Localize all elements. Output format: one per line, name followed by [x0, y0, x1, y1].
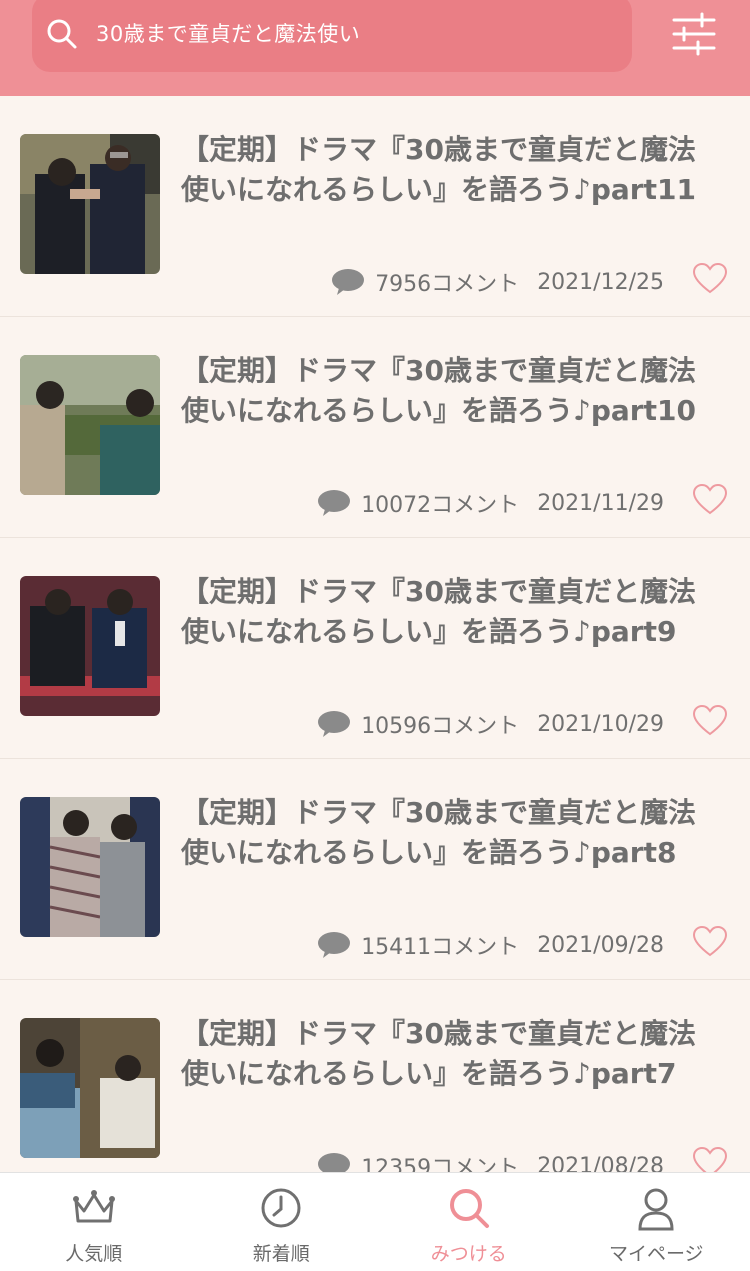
search-field[interactable]: 30歳まで童貞だと魔法使い — [32, 0, 632, 72]
thread-date: 2021/09/28 — [537, 933, 664, 958]
thread-title: 【定期】ドラマ『30歳まで童貞だと魔法使いになれるらしい』を語ろう♪part8 — [181, 793, 721, 873]
comment-icon — [317, 931, 351, 959]
search-icon — [46, 18, 78, 50]
thread-item[interactable]: 【定期】ドラマ『30歳まで童貞だと魔法使いになれるらしい』を語ろう♪part9 … — [0, 538, 750, 759]
thread-meta: 7956コメント 2021/12/25 — [331, 266, 664, 298]
bottom-tab-bar: 人気順 新着順 みつける マイページ — [0, 1172, 750, 1271]
crown-icon — [72, 1187, 116, 1227]
thread-thumbnail — [20, 576, 160, 716]
tab-label: 新着順 — [188, 1239, 376, 1266]
thread-item[interactable]: 【定期】ドラマ『30歳まで童貞だと魔法使いになれるらしい』を語ろう♪part11… — [0, 96, 750, 317]
tab-label: みつける — [375, 1239, 563, 1266]
heart-icon[interactable] — [692, 704, 728, 736]
header: 30歳まで童貞だと魔法使い — [0, 0, 750, 96]
filter-sliders-icon[interactable] — [670, 12, 718, 56]
thread-thumbnail — [20, 797, 160, 937]
comment-count: 10072コメント — [361, 487, 519, 519]
thread-item[interactable]: 【定期】ドラマ『30歳まで童貞だと魔法使いになれるらしい』を語ろう♪part7 … — [0, 980, 750, 1201]
heart-icon[interactable] — [692, 925, 728, 957]
comment-icon — [317, 489, 351, 517]
thread-meta: 10596コメント 2021/10/29 — [317, 708, 664, 740]
thread-meta: 10072コメント 2021/11/29 — [317, 487, 664, 519]
thread-thumbnail — [20, 355, 160, 495]
tab-label: マイページ — [563, 1239, 750, 1266]
thread-title: 【定期】ドラマ『30歳まで童貞だと魔法使いになれるらしい』を語ろう♪part11 — [181, 130, 721, 210]
thread-item[interactable]: 【定期】ドラマ『30歳まで童貞だと魔法使いになれるらしい』を語ろう♪part8 … — [0, 759, 750, 980]
thread-title: 【定期】ドラマ『30歳まで童貞だと魔法使いになれるらしい』を語ろう♪part10 — [181, 351, 721, 431]
tab-label: 人気順 — [0, 1239, 188, 1266]
thread-title: 【定期】ドラマ『30歳まで童貞だと魔法使いになれるらしい』を語ろう♪part9 — [181, 572, 721, 652]
thread-thumbnail — [20, 1018, 160, 1158]
tab-newest[interactable]: 新着順 — [188, 1173, 376, 1271]
search-query: 30歳まで童貞だと魔法使い — [96, 18, 360, 48]
tab-popular[interactable]: 人気順 — [0, 1173, 188, 1271]
thread-item[interactable]: 【定期】ドラマ『30歳まで童貞だと魔法使いになれるらしい』を語ろう♪part10… — [0, 317, 750, 538]
person-icon — [636, 1187, 676, 1231]
thread-date: 2021/12/25 — [537, 270, 664, 295]
thread-meta: 15411コメント 2021/09/28 — [317, 929, 664, 961]
search-icon — [448, 1187, 490, 1229]
heart-icon[interactable] — [692, 262, 728, 294]
thread-list: 【定期】ドラマ『30歳まで童貞だと魔法使いになれるらしい』を語ろう♪part11… — [0, 96, 750, 1201]
tab-mypage[interactable]: マイページ — [563, 1173, 750, 1271]
thread-thumbnail — [20, 134, 160, 274]
heart-icon[interactable] — [692, 483, 728, 515]
comment-count: 10596コメント — [361, 708, 519, 740]
comment-count: 7956コメント — [375, 266, 519, 298]
tab-discover[interactable]: みつける — [375, 1173, 563, 1271]
comment-icon — [317, 710, 351, 738]
thread-date: 2021/11/29 — [537, 491, 664, 516]
thread-date: 2021/10/29 — [537, 712, 664, 737]
thread-title: 【定期】ドラマ『30歳まで童貞だと魔法使いになれるらしい』を語ろう♪part7 — [181, 1014, 721, 1094]
comment-count: 15411コメント — [361, 929, 519, 961]
comment-icon — [331, 268, 365, 296]
clock-icon — [260, 1187, 302, 1229]
